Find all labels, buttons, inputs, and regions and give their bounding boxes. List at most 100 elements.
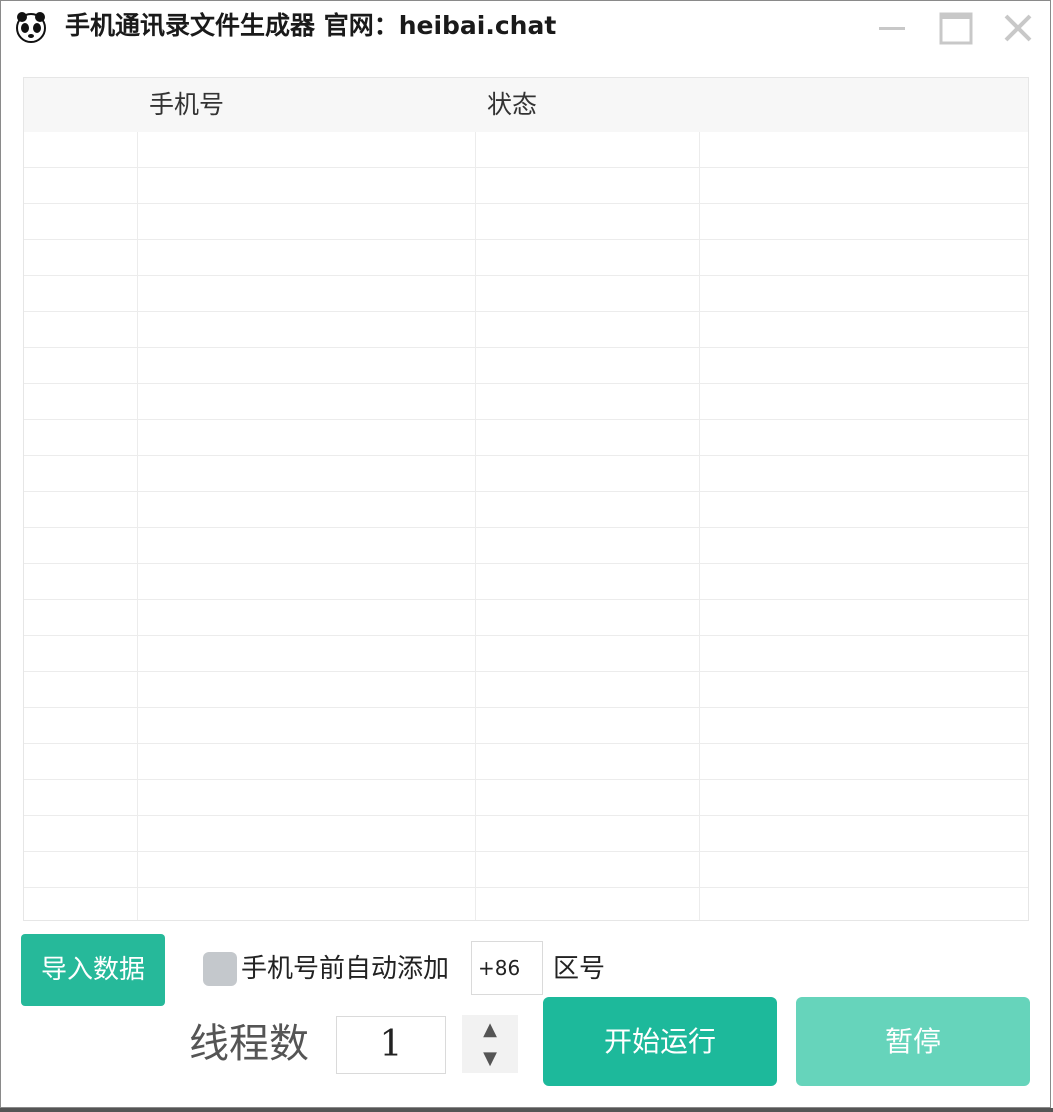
table-row[interactable] (24, 276, 1028, 312)
table-cell (24, 492, 138, 527)
table-cell (138, 780, 476, 815)
spinner-up-icon[interactable]: ▲ (462, 1015, 518, 1044)
app-window: 手机通讯录文件生成器 官网：heibai.chat 手机号 状态 导入数据 手机… (0, 0, 1051, 1108)
table-row[interactable] (24, 528, 1028, 564)
table-cell (138, 600, 476, 635)
table-cell (700, 672, 1028, 707)
table-cell (24, 204, 138, 239)
table-cell (700, 384, 1028, 419)
table-cell (138, 852, 476, 887)
table-cell (138, 132, 476, 167)
table-cell (476, 168, 700, 203)
auto-prefix-checkbox[interactable] (203, 952, 237, 986)
table-cell (138, 204, 476, 239)
window-bottom-border (0, 1108, 1053, 1112)
table-cell (476, 420, 700, 455)
table-cell (476, 744, 700, 779)
table-cell (24, 168, 138, 203)
table-cell (476, 672, 700, 707)
start-button[interactable]: 开始运行 (543, 997, 777, 1086)
table-cell (476, 384, 700, 419)
table-cell (700, 744, 1028, 779)
table-row[interactable] (24, 168, 1028, 204)
table-row[interactable] (24, 240, 1028, 276)
table-cell (476, 564, 700, 599)
table-row[interactable] (24, 132, 1028, 168)
table-cell (138, 672, 476, 707)
table-row[interactable] (24, 636, 1028, 672)
data-table: 手机号 状态 (23, 77, 1029, 921)
table-cell (24, 384, 138, 419)
spinner-down-icon[interactable]: ▼ (462, 1044, 518, 1073)
table-cell (138, 348, 476, 383)
table-cell (476, 816, 700, 851)
table-cell (700, 888, 1028, 920)
table-cell (700, 456, 1028, 491)
table-cell (700, 780, 1028, 815)
column-header-extra[interactable] (711, 78, 1011, 132)
table-row[interactable] (24, 780, 1028, 816)
table-cell (24, 528, 138, 563)
table-cell (476, 276, 700, 311)
table-cell (476, 204, 700, 239)
minimize-icon[interactable] (873, 9, 911, 47)
close-icon[interactable] (999, 9, 1037, 47)
table-row[interactable] (24, 888, 1028, 920)
table-cell (24, 852, 138, 887)
table-cell (476, 852, 700, 887)
table-cell (700, 816, 1028, 851)
table-cell (138, 276, 476, 311)
table-row[interactable] (24, 816, 1028, 852)
auto-prefix-label[interactable]: 手机号前自动添加 (241, 949, 449, 989)
table-cell (24, 456, 138, 491)
area-code-label: 区号 (553, 954, 606, 984)
table-cell (138, 240, 476, 275)
table-row[interactable] (24, 312, 1028, 348)
import-data-button[interactable]: 导入数据 (21, 934, 165, 1006)
table-row[interactable] (24, 384, 1028, 420)
table-row[interactable] (24, 564, 1028, 600)
table-cell (138, 528, 476, 563)
table-cell (138, 420, 476, 455)
table-row[interactable] (24, 672, 1028, 708)
table-row[interactable] (24, 348, 1028, 384)
table-cell (24, 132, 138, 167)
table-cell (138, 168, 476, 203)
table-row[interactable] (24, 492, 1028, 528)
column-header-phone[interactable]: 手机号 (149, 78, 469, 132)
table-cell (138, 708, 476, 743)
maximize-icon[interactable] (937, 9, 975, 47)
table-cell (138, 492, 476, 527)
table-row[interactable] (24, 744, 1028, 780)
table-cell (476, 708, 700, 743)
table-cell (138, 384, 476, 419)
table-cell (138, 456, 476, 491)
area-code-input[interactable]: +86 (471, 941, 543, 995)
table-header: 手机号 状态 (24, 78, 1028, 132)
table-cell (700, 852, 1028, 887)
table-row[interactable] (24, 204, 1028, 240)
table-cell (24, 636, 138, 671)
table-row[interactable] (24, 420, 1028, 456)
table-row[interactable] (24, 600, 1028, 636)
table-cell (24, 708, 138, 743)
title-bar[interactable]: 手机通讯录文件生成器 官网：heibai.chat (1, 1, 1052, 53)
pause-button[interactable]: 暂停 (796, 997, 1030, 1086)
table-row[interactable] (24, 852, 1028, 888)
table-cell (476, 636, 700, 671)
thread-count-input[interactable]: 1 (336, 1016, 446, 1074)
table-cell (700, 132, 1028, 167)
column-header-index[interactable] (24, 78, 138, 132)
table-cell (24, 816, 138, 851)
table-cell (476, 348, 700, 383)
table-row[interactable] (24, 456, 1028, 492)
table-cell (24, 276, 138, 311)
table-cell (700, 420, 1028, 455)
table-cell (700, 708, 1028, 743)
table-row[interactable] (24, 708, 1028, 744)
table-body[interactable] (24, 132, 1028, 920)
table-cell (138, 564, 476, 599)
table-cell (24, 780, 138, 815)
table-cell (24, 600, 138, 635)
column-header-status[interactable]: 状态 (487, 78, 697, 132)
